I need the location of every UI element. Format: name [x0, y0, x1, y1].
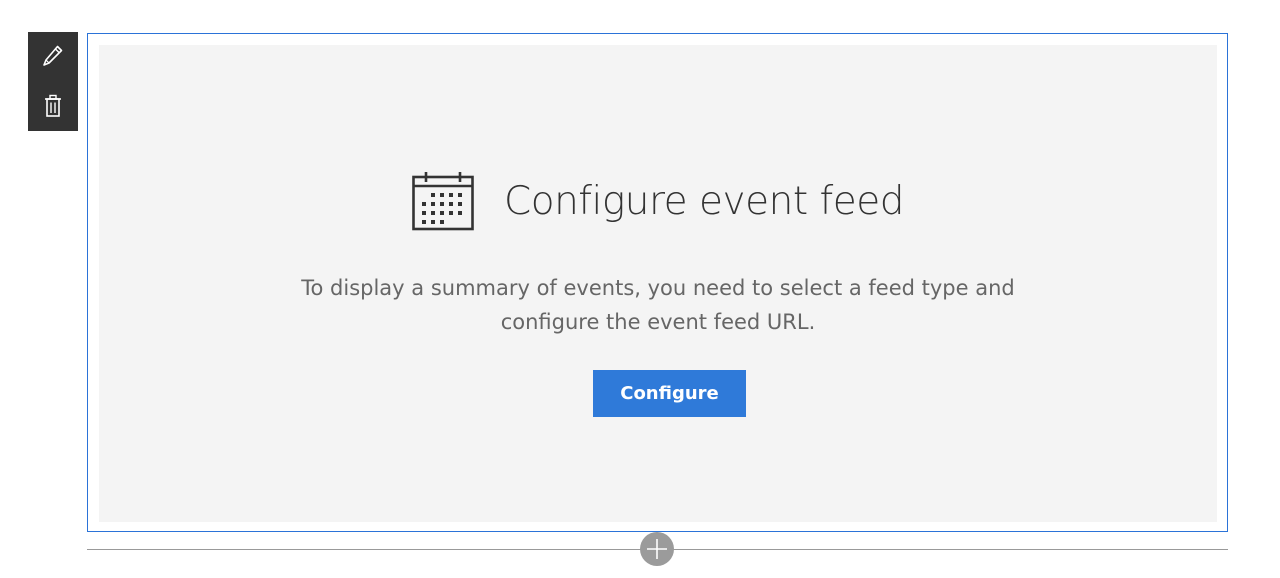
description-line-2: configure the event feed URL. — [500, 310, 816, 334]
placeholder-title: Configure event feed — [503, 178, 905, 224]
plus-icon — [647, 539, 667, 559]
page-canvas: Configure event feed To display a summar… — [0, 0, 1280, 578]
events-webpart[interactable]: Configure event feed To display a summar… — [87, 33, 1228, 532]
edit-webpart-button[interactable] — [28, 32, 78, 80]
add-webpart-button[interactable] — [640, 532, 674, 566]
pencil-icon — [43, 45, 63, 66]
placeholder-header: Configure event feed — [99, 171, 1217, 231]
description-line-1: To display a summary of events, you need… — [301, 276, 1015, 300]
trash-icon — [45, 94, 61, 117]
placeholder-description: To display a summary of events, you need… — [99, 271, 1217, 339]
webpart-toolbar — [28, 32, 78, 131]
webpart-placeholder: Configure event feed To display a summar… — [99, 45, 1217, 522]
delete-webpart-button[interactable] — [28, 82, 78, 130]
calendar-icon — [412, 172, 474, 231]
configure-button[interactable]: Configure — [593, 370, 746, 417]
